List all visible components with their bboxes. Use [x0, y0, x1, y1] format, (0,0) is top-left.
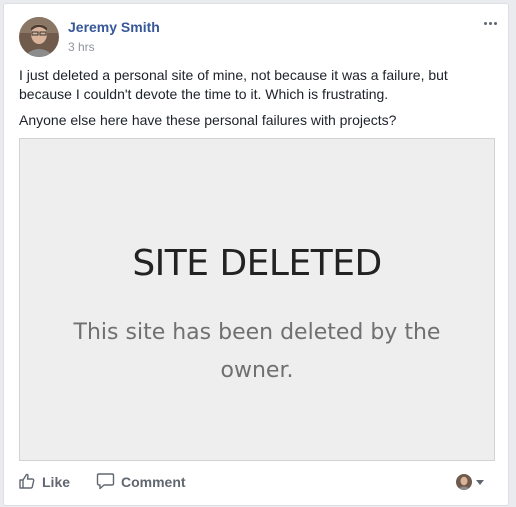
action-bar: Like Comment	[4, 464, 508, 500]
post-text: I just deleted a personal site of mine, …	[19, 67, 448, 102]
comment-button[interactable]: Comment	[96, 471, 186, 493]
audience-selector[interactable]	[456, 474, 484, 490]
author-name[interactable]: Jeremy Smith	[68, 19, 160, 35]
link-preview-image[interactable]: SITE DELETED This site has been deleted …	[19, 138, 495, 461]
preview-headline: SITE DELETED	[132, 243, 382, 284]
comment-label: Comment	[121, 474, 186, 490]
thumbs-up-icon	[18, 472, 42, 493]
post-text: Anyone else here have these personal fai…	[19, 112, 397, 128]
like-button[interactable]: Like	[18, 471, 70, 493]
more-icon[interactable]	[480, 16, 502, 30]
post-timestamp[interactable]: 3 hrs	[68, 40, 95, 54]
comment-bubble-icon	[96, 472, 121, 493]
avatar	[456, 474, 472, 490]
avatar[interactable]	[19, 17, 59, 57]
chevron-down-icon	[476, 479, 484, 485]
like-label: Like	[42, 474, 71, 490]
preview-message: This site has been deleted by the owner.	[73, 320, 441, 383]
post-card: Jeremy Smith 3 hrs I just deleted a pers…	[3, 3, 509, 506]
